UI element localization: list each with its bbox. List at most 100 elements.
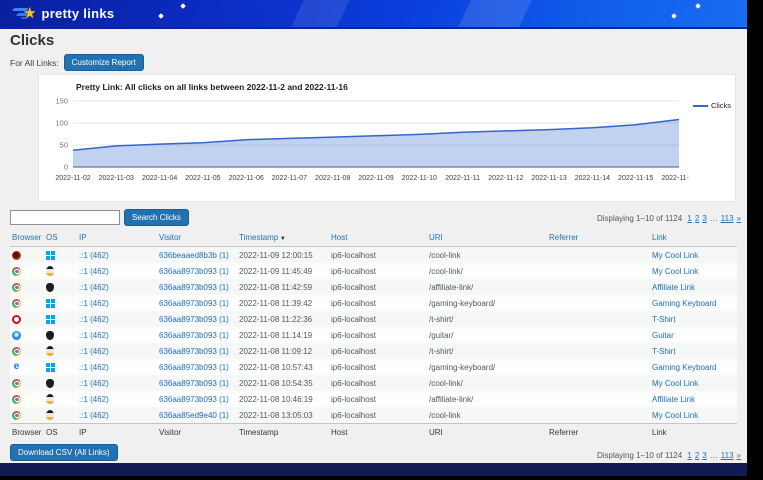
page-link-113[interactable]: 113 bbox=[721, 451, 734, 460]
column-header-visitor: Visitor bbox=[157, 424, 237, 442]
chart-legend: Clicks bbox=[693, 101, 731, 110]
uri-cell: /affiliate-link/ bbox=[427, 279, 547, 295]
uri-cell: /gaming-keyboard/ bbox=[427, 295, 547, 311]
timestamp-cell: 2022-11-08 11:14:19 bbox=[237, 327, 329, 343]
timestamp-cell: 2022-11-08 11:42:59 bbox=[237, 279, 329, 295]
next-page-link[interactable]: » bbox=[737, 451, 741, 460]
pagination-summary: Displaying 1–10 of 1124 bbox=[597, 214, 684, 223]
host-cell: ip6-localhost bbox=[329, 279, 427, 295]
pretty-link-name[interactable]: My Cool Link bbox=[652, 379, 698, 388]
ip-link[interactable]: ::1 (462) bbox=[79, 411, 109, 420]
visitor-link[interactable]: 636aa8973b093 (1) bbox=[159, 347, 229, 356]
referrer-cell bbox=[547, 311, 650, 327]
chart-card: Pretty Link: All clicks on all links bet… bbox=[38, 74, 736, 202]
chrome-browser-icon bbox=[12, 411, 21, 420]
ip-link[interactable]: ::1 (462) bbox=[79, 379, 109, 388]
column-header-link[interactable]: Link bbox=[650, 229, 737, 247]
uri-cell: /affiliate-link/ bbox=[427, 391, 547, 407]
visitor-link[interactable]: 636aa8973b093 (1) bbox=[159, 315, 229, 324]
pretty-link-name[interactable]: My Cool Link bbox=[652, 267, 698, 276]
pretty-link-name[interactable]: T-Shirt bbox=[652, 315, 676, 324]
search-clicks-button[interactable]: Search Clicks bbox=[124, 209, 189, 226]
click-row: ::1 (462)636aa8973b093 (1)2022-11-08 10:… bbox=[10, 375, 737, 391]
referrer-cell bbox=[547, 327, 650, 343]
sparkle-icon bbox=[180, 3, 186, 9]
page-link-3[interactable]: 3 bbox=[702, 214, 706, 223]
windows-os-icon bbox=[46, 363, 55, 372]
pretty-link-name[interactable]: Affiliate Link bbox=[652, 395, 695, 404]
column-header-os: OS bbox=[44, 424, 77, 442]
click-row: ::1 (462)636aa8973b093 (1)2022-11-09 11:… bbox=[10, 263, 737, 279]
page-link-1[interactable]: 1 bbox=[687, 451, 691, 460]
ip-link[interactable]: ::1 (462) bbox=[79, 363, 109, 372]
column-header-os[interactable]: OS bbox=[44, 229, 77, 247]
ip-link[interactable]: ::1 (462) bbox=[79, 267, 109, 276]
column-header-visitor[interactable]: Visitor bbox=[157, 229, 237, 247]
clicks-table: BrowserOSIPVisitorTimestamp ▼HostURIRefe… bbox=[10, 229, 737, 441]
click-row: ::1 (462)636beaaed8b3b (1)2022-11-09 12:… bbox=[10, 247, 737, 264]
visitor-link[interactable]: 636aa8973b093 (1) bbox=[159, 331, 229, 340]
column-header-ip[interactable]: IP bbox=[77, 229, 157, 247]
ip-link[interactable]: ::1 (462) bbox=[79, 395, 109, 404]
ip-link[interactable]: ::1 (462) bbox=[79, 283, 109, 292]
uri-cell: /cool-link/ bbox=[427, 263, 547, 279]
page-link-3[interactable]: 3 bbox=[702, 451, 706, 460]
page-link-2[interactable]: 2 bbox=[695, 214, 699, 223]
svg-text:2022-11-13: 2022-11-13 bbox=[531, 175, 566, 182]
referrer-cell bbox=[547, 279, 650, 295]
customize-report-button[interactable]: Customize Report bbox=[64, 54, 144, 71]
column-header-uri[interactable]: URI bbox=[427, 229, 547, 247]
host-cell: ip6-localhost bbox=[329, 295, 427, 311]
visitor-link[interactable]: 636aa8973b093 (1) bbox=[159, 267, 229, 276]
svg-text:2022-11-12: 2022-11-12 bbox=[488, 175, 523, 182]
pretty-link-name[interactable]: Gaming Keyboard bbox=[652, 363, 716, 372]
visitor-link[interactable]: 636beaaed8b3b (1) bbox=[159, 251, 229, 260]
click-row: ::1 (462)636aa85ed9e40 (1)2022-11-08 13:… bbox=[10, 407, 737, 424]
page-title: Clicks bbox=[10, 32, 54, 49]
pretty-link-name[interactable]: My Cool Link bbox=[652, 411, 698, 420]
svg-text:2022-11-07: 2022-11-07 bbox=[272, 175, 307, 182]
clicks-area-chart: 0501001502022-11-022022-11-032022-11-042… bbox=[39, 93, 735, 191]
column-header-host[interactable]: Host bbox=[329, 229, 427, 247]
svg-text:2022-11-11: 2022-11-11 bbox=[445, 175, 480, 182]
table-footer-row: BrowserOSIPVisitorTimestampHostURIReferr… bbox=[10, 424, 737, 442]
visitor-link[interactable]: 636aa8973b093 (1) bbox=[159, 395, 229, 404]
ip-link[interactable]: ::1 (462) bbox=[79, 251, 109, 260]
windows-os-icon bbox=[46, 299, 55, 308]
column-header-timestamp[interactable]: Timestamp ▼ bbox=[237, 229, 329, 247]
windows-os-icon bbox=[46, 315, 55, 324]
page-link-2[interactable]: 2 bbox=[695, 451, 699, 460]
host-cell: ip6-localhost bbox=[329, 263, 427, 279]
search-input[interactable] bbox=[10, 210, 120, 225]
download-csv-button[interactable]: Download CSV (All Links) bbox=[10, 444, 118, 461]
linux-os-icon bbox=[46, 394, 54, 404]
pretty-link-name[interactable]: Affiliate Link bbox=[652, 283, 695, 292]
pretty-link-name[interactable]: T-Shirt bbox=[652, 347, 676, 356]
column-header-referrer[interactable]: Referrer bbox=[547, 229, 650, 247]
ip-link[interactable]: ::1 (462) bbox=[79, 299, 109, 308]
svg-text:2022-11-14: 2022-11-14 bbox=[575, 175, 610, 182]
ip-link[interactable]: ::1 (462) bbox=[79, 331, 109, 340]
host-cell: ip6-localhost bbox=[329, 391, 427, 407]
pretty-link-name[interactable]: My Cool Link bbox=[652, 251, 698, 260]
column-header-browser[interactable]: Browser bbox=[10, 229, 44, 247]
click-row: ::1 (462)636aa8973b093 (1)2022-11-08 10:… bbox=[10, 359, 737, 375]
pretty-link-name[interactable]: Gaming Keyboard bbox=[652, 299, 716, 308]
ip-link[interactable]: ::1 (462) bbox=[79, 315, 109, 324]
visitor-link[interactable]: 636aa8973b093 (1) bbox=[159, 283, 229, 292]
page-link-113[interactable]: 113 bbox=[721, 214, 734, 223]
logo-text: pretty links bbox=[41, 6, 114, 21]
visitor-link[interactable]: 636aa8973b093 (1) bbox=[159, 363, 229, 372]
visitor-link[interactable]: 636aa8973b093 (1) bbox=[159, 379, 229, 388]
sparkle-icon bbox=[671, 13, 677, 19]
apple-os-icon bbox=[46, 283, 54, 292]
next-page-link[interactable]: » bbox=[737, 214, 741, 223]
visitor-link[interactable]: 636aa8973b093 (1) bbox=[159, 299, 229, 308]
sort-desc-icon: ▼ bbox=[278, 236, 286, 242]
pretty-link-name[interactable]: Guitar bbox=[652, 331, 674, 340]
host-cell: ip6-localhost bbox=[329, 375, 427, 391]
page-link-1[interactable]: 1 bbox=[687, 214, 691, 223]
visitor-link[interactable]: 636aa85ed9e40 (1) bbox=[159, 411, 229, 420]
uri-cell: /cool-link bbox=[427, 407, 547, 424]
ip-link[interactable]: ::1 (462) bbox=[79, 347, 109, 356]
